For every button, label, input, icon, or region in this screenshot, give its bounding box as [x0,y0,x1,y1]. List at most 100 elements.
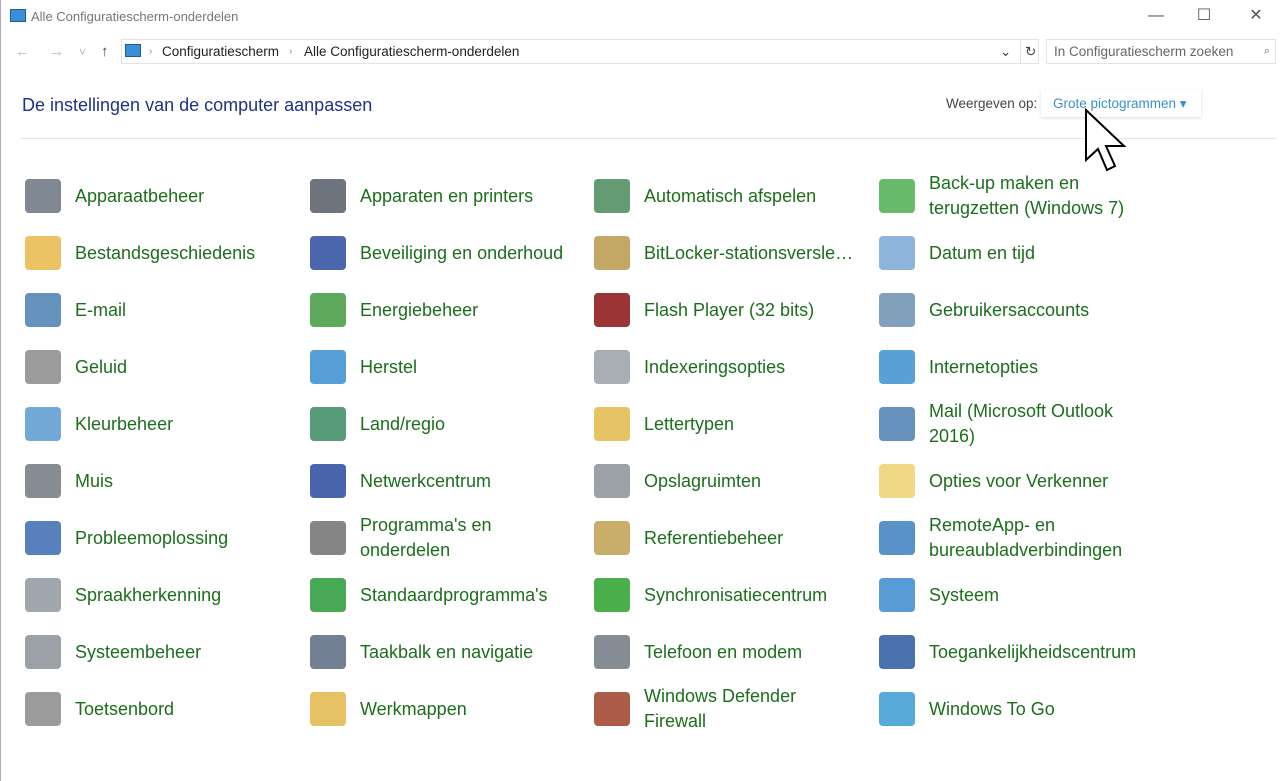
control-panel-item-systeembeheer[interactable]: Systeembeheer [23,627,303,677]
breadcrumb-configuratiescherm[interactable]: Configuratiescherm [162,40,279,63]
item-label: Telefoon en modem [644,641,803,662]
control-panel-item-land-regio[interactable]: Land/regio [308,399,588,449]
item-icon [25,293,61,327]
item-label: Apparaatbeheer [75,185,205,206]
control-panel-item-geluid[interactable]: Geluid [23,342,303,392]
control-panel-item-taakbalk-en-navigatie[interactable]: Taakbalk en navigatie [308,627,588,677]
control-panel-item-telefoon-en-modem[interactable]: Telefoon en modem [592,627,872,677]
control-panel-item-beveiliging-en-onderhoud[interactable]: Beveiliging en onderhoud [308,228,588,278]
control-panel-item-herstel[interactable]: Herstel [308,342,588,392]
item-label: Land/regio [360,413,446,434]
control-panel-item-indexeringsopties[interactable]: Indexeringsopties [592,342,872,392]
control-panel-item-windows-defender-firewall[interactable]: Windows Defender Firewall [592,684,872,734]
item-icon [310,578,346,612]
item-label: Automatisch afspelen [644,185,817,206]
item-icon [594,293,630,327]
item-icon [594,464,630,498]
control-panel-item-werkmappen[interactable]: Werkmappen [308,684,588,734]
control-panel-item-apparaatbeheer[interactable]: Apparaatbeheer [23,171,303,221]
item-label: Netwerkcentrum [360,470,492,491]
item-label: Referentiebeheer [644,527,784,548]
search-icon: ⌕ [1263,45,1270,57]
control-panel-item-netwerkcentrum[interactable]: Netwerkcentrum [308,456,588,506]
item-label: Flash Player (32 bits) [644,299,815,320]
control-panel-item-remoteapp-en-bureaubladverbindingen[interactable]: RemoteApp- en bureaubladverbindingen [877,513,1157,563]
minimize-button[interactable]: — [1133,4,1179,30]
item-label: Opslagruimten [644,470,762,491]
control-panel-item-probleemoplossing[interactable]: Probleemoplossing [23,513,303,563]
control-panel-item-programma-s-en-onderdelen[interactable]: Programma's en onderdelen [308,513,588,563]
control-panel-item-lettertypen[interactable]: Lettertypen [592,399,872,449]
address-dropdown-icon[interactable]: ⌄ [1000,40,1011,63]
item-label: Opties voor Verkenner [929,470,1109,491]
control-panel-item-apparaten-en-printers[interactable]: Apparaten en printers [308,171,588,221]
item-icon [879,293,915,327]
item-icon [594,635,630,669]
control-panel-item-synchronisatiecentrum[interactable]: Synchronisatiecentrum [592,570,872,620]
control-panel-item-datum-en-tijd[interactable]: Datum en tijd [877,228,1157,278]
item-icon [25,464,61,498]
item-label: Standaardprogramma's [360,584,548,605]
item-icon [594,179,630,213]
breadcrumb-separator: › [149,46,153,57]
control-panel-item-kleurbeheer[interactable]: Kleurbeheer [23,399,303,449]
up-button[interactable]: ↑ [101,40,109,64]
item-label: Beveiliging en onderhoud [360,242,564,263]
mouse-cursor-icon [1085,108,1127,172]
control-panel-item-opties-voor-verkenner[interactable]: Opties voor Verkenner [877,456,1157,506]
item-icon [310,692,346,726]
item-icon [879,407,915,441]
item-icon [879,464,915,498]
item-label: Systeem [929,584,1000,605]
item-label: Lettertypen [644,413,735,434]
refresh-button[interactable]: ↻ [1020,40,1036,63]
item-label: Apparaten en printers [360,185,534,206]
control-panel-item-spraakherkenning[interactable]: Spraakherkenning [23,570,303,620]
forward-button[interactable]: → [49,40,64,64]
control-panel-item-opslagruimten[interactable]: Opslagruimten [592,456,872,506]
item-label: Windows To Go [929,698,1055,719]
item-icon [310,179,346,213]
item-label: Datum en tijd [929,242,1036,263]
control-panel-item-bitlocker-stationsversle[interactable]: BitLocker-stationsversle… [592,228,872,278]
maximize-button[interactable]: ☐ [1181,4,1227,30]
control-panel-item-mail-microsoft-outlook-2016[interactable]: Mail (Microsoft Outlook 2016) [877,399,1157,449]
control-panel-item-back-up-maken-en-terugzetten-windows-7[interactable]: Back-up maken en terugzetten (Windows 7) [877,171,1157,221]
control-panel-item-toetsenbord[interactable]: Toetsenbord [23,684,303,734]
item-icon [310,635,346,669]
recent-locations-button[interactable]: ˅ [79,40,86,64]
item-icon [25,578,61,612]
item-icon [594,578,630,612]
item-icon [879,179,915,213]
item-label: Bestandsgeschiedenis [75,242,256,263]
control-panel-item-automatisch-afspelen[interactable]: Automatisch afspelen [592,171,872,221]
item-label: Probleemoplossing [75,527,229,548]
item-label: RemoteApp- en bureaubladverbindingen [929,515,1123,560]
control-panel-item-standaardprogramma-s[interactable]: Standaardprogramma's [308,570,588,620]
item-label: Toegankelijkheidscentrum [929,641,1137,662]
control-panel-item-windows-to-go[interactable]: Windows To Go [877,684,1157,734]
item-label: Toetsenbord [75,698,175,719]
close-button[interactable]: ✕ [1233,4,1279,30]
control-panel-item-gebruikersaccounts[interactable]: Gebruikersaccounts [877,285,1157,335]
item-icon [25,692,61,726]
control-panel-item-systeem[interactable]: Systeem [877,570,1157,620]
control-panel-item-flash-player-32-bits[interactable]: Flash Player (32 bits) [592,285,872,335]
item-icon [879,635,915,669]
item-icon [594,350,630,384]
item-label: Mail (Microsoft Outlook 2016) [929,401,1114,446]
item-label: Geluid [75,356,128,377]
back-button[interactable]: ← [15,40,30,64]
control-panel-item-internetopties[interactable]: Internetopties [877,342,1157,392]
item-label: BitLocker-stationsversle… [644,242,854,263]
control-panel-item-referentiebeheer[interactable]: Referentiebeheer [592,513,872,563]
breadcrumb-all-items[interactable]: Alle Configuratiescherm-onderdelen [304,40,519,63]
control-panel-item-bestandsgeschiedenis[interactable]: Bestandsgeschiedenis [23,228,303,278]
address-bar[interactable]: › Configuratiescherm › Alle Configuratie… [121,39,1039,64]
control-panel-item-e-mail[interactable]: E-mail [23,285,303,335]
control-panel-item-toegankelijkheidscentrum[interactable]: Toegankelijkheidscentrum [877,627,1157,677]
control-panel-item-muis[interactable]: Muis [23,456,303,506]
control-panel-item-energiebeheer[interactable]: Energiebeheer [308,285,588,335]
search-input[interactable]: In Configuratiescherm zoeken ⌕ [1046,39,1276,64]
item-label: Energiebeheer [360,299,479,320]
